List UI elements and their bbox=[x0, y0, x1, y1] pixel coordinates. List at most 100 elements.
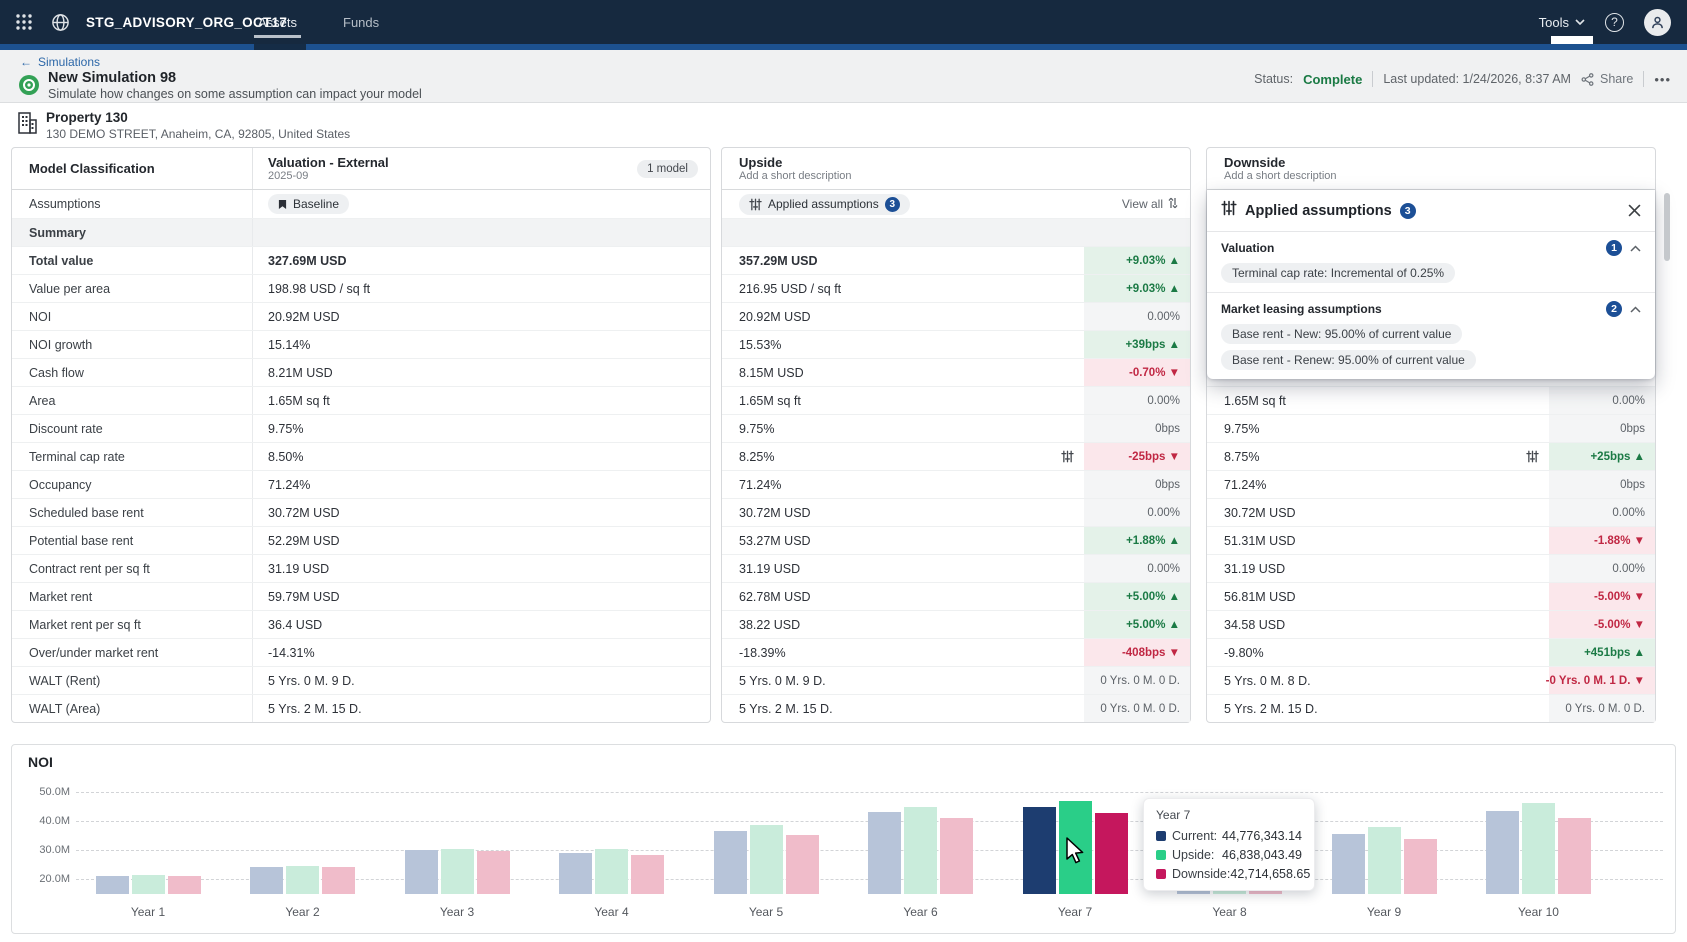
downside-change-badge: -1.88% ▼ bbox=[1549, 527, 1655, 554]
bar-downside-year-4[interactable] bbox=[631, 855, 664, 894]
tooltip-series-value: 46,838,043.49 bbox=[1222, 848, 1302, 862]
bar-downside-year-3[interactable] bbox=[477, 851, 510, 894]
property-name[interactable]: Property 130 bbox=[46, 110, 128, 125]
upside-description-placeholder[interactable]: Add a short description bbox=[739, 170, 1190, 183]
table-row-over-under-market-rent: -18.39%-408bps ▼ bbox=[722, 638, 1190, 666]
x-axis-label: Year 7 bbox=[1010, 905, 1140, 919]
table-row-contract-rent-per-sq-ft: 31.19 USD0.00% bbox=[722, 554, 1190, 582]
bar-current-year-7[interactable] bbox=[1023, 807, 1056, 894]
globe-icon[interactable] bbox=[46, 8, 74, 36]
help-icon[interactable]: ? bbox=[1605, 13, 1624, 32]
bar-upside-year-5[interactable] bbox=[750, 825, 783, 894]
assumptions-label: Assumptions bbox=[12, 190, 253, 218]
bar-downside-year-1[interactable] bbox=[168, 876, 201, 894]
upside-value: 71.24% bbox=[722, 471, 1084, 498]
bar-current-year-3[interactable] bbox=[405, 850, 438, 894]
divider bbox=[1643, 71, 1644, 87]
bar-downside-year-7[interactable] bbox=[1095, 813, 1128, 894]
bar-current-year-10[interactable] bbox=[1486, 811, 1519, 894]
breadcrumb[interactable]: ← Simulations bbox=[20, 55, 100, 69]
table-row-discount-rate: 9.75%0bps bbox=[722, 414, 1190, 442]
metric-label: WALT (Rent) bbox=[12, 667, 253, 694]
metric-label: Potential base rent bbox=[12, 527, 253, 554]
metric-label: Terminal cap rate bbox=[12, 443, 253, 470]
assumption-chip[interactable]: Base rent - Renew: 95.00% of current val… bbox=[1221, 350, 1476, 370]
downside-value: 8.75% bbox=[1207, 443, 1549, 470]
bar-upside-year-9[interactable] bbox=[1368, 827, 1401, 894]
panel-group-name: Valuation bbox=[1221, 241, 1274, 255]
table-row-contract-rent-per-sq-ft: Contract rent per sq ft31.19 USD bbox=[12, 554, 710, 582]
sliders-icon-button[interactable] bbox=[1061, 450, 1074, 463]
table-row-contract-rent-per-sq-ft: 31.19 USD0.00% bbox=[1207, 554, 1655, 582]
bar-downside-year-10[interactable] bbox=[1558, 818, 1591, 894]
baseline-chip[interactable]: Baseline bbox=[268, 194, 349, 214]
last-updated: Last updated: 1/24/2026, 8:37 AM bbox=[1383, 72, 1571, 86]
downside-card: Downside Add a short description 1.65M s… bbox=[1206, 147, 1656, 723]
upside-value: 8.15M USD bbox=[722, 359, 1084, 386]
tab-funds[interactable]: Funds bbox=[333, 0, 389, 44]
table-row-assumptions: Applied assumptions3 View all bbox=[722, 190, 1190, 218]
collapse-toggle[interactable] bbox=[1630, 239, 1641, 257]
tools-underline bbox=[1551, 36, 1593, 44]
upside-value: 30.72M USD bbox=[722, 499, 1084, 526]
panel-groups: Valuation 1 Terminal cap rate: Incremental… bbox=[1207, 232, 1655, 379]
x-axis-label: Year 9 bbox=[1319, 905, 1449, 919]
bar-upside-year-4[interactable] bbox=[595, 849, 628, 894]
bar-downside-year-9[interactable] bbox=[1404, 839, 1437, 894]
table-row-walt-rent: 5 Yrs. 0 M. 8 D.-0 Yrs. 0 M. 1 D. ▼ bbox=[1207, 666, 1655, 694]
apps-grid-icon[interactable] bbox=[10, 8, 38, 36]
applied-assumptions-chip[interactable]: Applied assumptions3 bbox=[739, 194, 910, 215]
bar-downside-year-5[interactable] bbox=[786, 835, 819, 894]
downside-description-placeholder[interactable]: Add a short description bbox=[1224, 170, 1655, 183]
sliders-icon-button[interactable] bbox=[1526, 450, 1539, 463]
bar-current-year-5[interactable] bbox=[714, 831, 747, 894]
user-avatar[interactable] bbox=[1644, 9, 1671, 36]
upside-change-badge: 0 Yrs. 0 M. 0 D. bbox=[1084, 695, 1190, 722]
y-axis-tick: 40.0M bbox=[26, 815, 70, 827]
upside-change-badge: +5.00% ▲ bbox=[1084, 611, 1190, 638]
bar-current-year-9[interactable] bbox=[1332, 834, 1365, 894]
table-row-area: 1.65M sq ft0.00% bbox=[722, 386, 1190, 414]
collapse-toggle[interactable] bbox=[1630, 300, 1641, 318]
table-row-market-rent: 56.81M USD-5.00% ▼ bbox=[1207, 582, 1655, 610]
bar-current-year-6[interactable] bbox=[868, 812, 901, 894]
bar-upside-year-10[interactable] bbox=[1522, 803, 1555, 894]
panel-count-badge: 3 bbox=[1400, 203, 1416, 219]
assumption-chip[interactable]: Terminal cap rate: Incremental of 0.25% bbox=[1221, 263, 1455, 283]
sort-icon bbox=[1168, 197, 1178, 209]
bar-current-year-4[interactable] bbox=[559, 853, 592, 894]
tools-label: Tools bbox=[1539, 15, 1569, 30]
sliders-icon bbox=[1221, 200, 1237, 221]
bar-upside-year-3[interactable] bbox=[441, 849, 474, 894]
upside-change-badge: +9.03% ▲ bbox=[1084, 247, 1190, 274]
view-all-button[interactable]: View all bbox=[1122, 197, 1190, 212]
tab-assets[interactable]: Assets bbox=[248, 0, 307, 44]
bar-downside-year-2[interactable] bbox=[322, 867, 355, 894]
upside-change-badge: +9.03% ▲ bbox=[1084, 275, 1190, 302]
metric-base-value: -14.31% bbox=[253, 646, 315, 660]
share-button[interactable]: Share bbox=[1581, 72, 1633, 86]
bar-current-year-1[interactable] bbox=[96, 876, 129, 894]
group-count-badge: 1 bbox=[1606, 240, 1622, 256]
close-icon[interactable] bbox=[1628, 204, 1641, 217]
downside-value: 1.65M sq ft bbox=[1207, 387, 1549, 414]
downside-change-badge: 0.00% bbox=[1549, 499, 1655, 526]
more-menu-button[interactable]: ••• bbox=[1654, 72, 1671, 87]
bar-current-year-2[interactable] bbox=[250, 867, 283, 894]
tooltip-row: Downside:42,714,658.65 bbox=[1156, 867, 1302, 881]
bar-upside-year-1[interactable] bbox=[132, 875, 165, 894]
upside-value: 20.92M USD bbox=[722, 303, 1084, 330]
vertical-scrollbar[interactable] bbox=[1664, 193, 1670, 261]
panel-header: Applied assumptions 3 bbox=[1207, 190, 1655, 232]
metric-base-value: 8.21M USD bbox=[253, 366, 333, 380]
bar-upside-year-2[interactable] bbox=[286, 866, 319, 894]
upside-change-badge: +1.88% ▲ bbox=[1084, 527, 1190, 554]
model-count-badge: 1 model bbox=[637, 160, 698, 178]
metric-label: NOI bbox=[12, 303, 253, 330]
table-row-discount-rate: 9.75%0bps bbox=[1207, 414, 1655, 442]
tools-menu[interactable]: Tools bbox=[1539, 15, 1585, 30]
bar-upside-year-6[interactable] bbox=[904, 807, 937, 895]
bar-downside-year-6[interactable] bbox=[940, 818, 973, 894]
assumption-chip[interactable]: Base rent - New: 95.00% of current value bbox=[1221, 324, 1462, 344]
downside-value: 30.72M USD bbox=[1207, 499, 1549, 526]
